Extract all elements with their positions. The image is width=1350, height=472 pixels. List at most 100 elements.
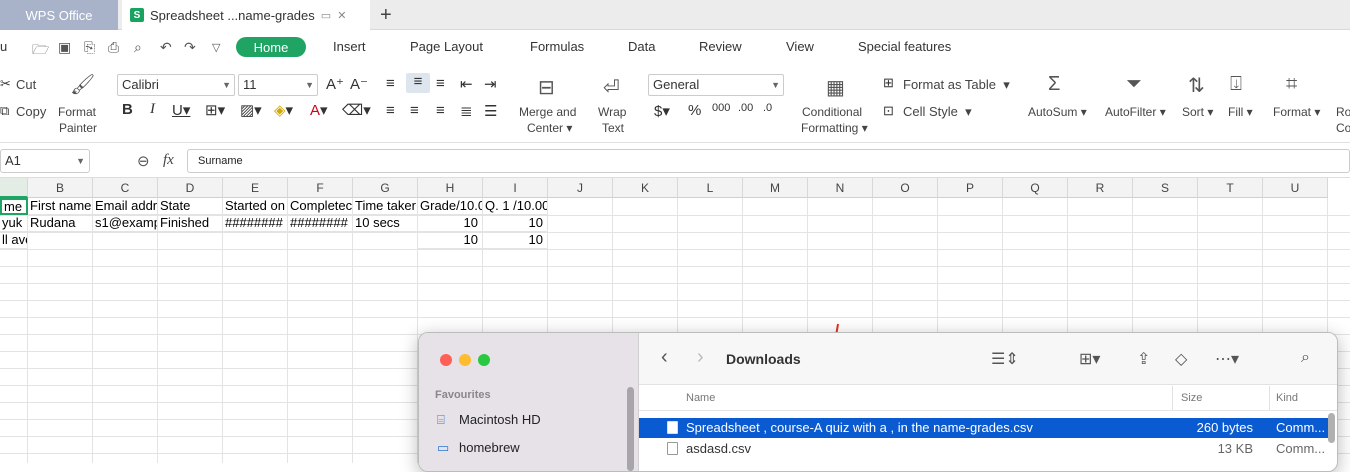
table-cell[interactable]: Email addr xyxy=(93,198,158,215)
more-actions-icon[interactable]: ⋯▾ xyxy=(1215,349,1239,369)
column-header[interactable]: H xyxy=(418,178,483,198)
wrap-label-2[interactable]: Text xyxy=(602,120,624,136)
font-color-icon[interactable]: A▾ xyxy=(310,101,328,119)
align-middle-icon[interactable]: ≡ xyxy=(406,73,430,93)
align-bottom-icon[interactable]: ≡ xyxy=(436,75,445,92)
funnel-icon[interactable]: ⏷ xyxy=(1126,73,1142,96)
tag-icon[interactable]: ◇ xyxy=(1175,349,1187,369)
format-icon[interactable]: ⌗ xyxy=(1286,73,1297,96)
column-header[interactable]: G xyxy=(353,178,418,198)
eraser-icon[interactable]: ⌫▾ xyxy=(342,101,371,119)
list-view-icon[interactable]: ☰⇕ xyxy=(991,349,1019,369)
column-header[interactable]: Q xyxy=(1003,178,1068,198)
table-cell[interactable]: 10 xyxy=(483,232,548,249)
column-header[interactable]: P xyxy=(938,178,1003,198)
table-cell[interactable]: me xyxy=(0,198,28,215)
bold-icon[interactable]: B xyxy=(122,101,133,118)
column-header[interactable]: T xyxy=(1198,178,1263,198)
merge-label-2[interactable]: Center ▾ xyxy=(527,120,572,136)
file-row[interactable]: asdasd.csv 13 KB Comm... xyxy=(639,439,1329,459)
table-cell[interactable]: 10 xyxy=(418,215,483,232)
menu-insert[interactable]: Insert xyxy=(333,39,366,54)
percent-icon[interactable]: % xyxy=(688,102,701,119)
table-cell[interactable]: 10 secs xyxy=(353,215,418,232)
zoom-formula-icon[interactable]: ⊖ xyxy=(137,152,150,170)
justify-icon[interactable]: ≣ xyxy=(460,102,473,120)
menu-data[interactable]: Data xyxy=(628,39,655,54)
cell-style-icon[interactable]: ⊡ xyxy=(883,103,894,119)
table-cell[interactable]: ######## xyxy=(223,215,288,232)
table-cell[interactable]: 10 xyxy=(418,232,483,249)
menu-formulas[interactable]: Formulas xyxy=(530,39,584,54)
table-cell[interactable]: Started on xyxy=(223,198,288,215)
undo-icon[interactable]: ↶ xyxy=(160,39,172,56)
column-header[interactable]: J xyxy=(548,178,613,198)
share-icon[interactable]: ⇪ xyxy=(1137,349,1150,369)
conditional-label-2[interactable]: Formatting ▾ xyxy=(801,120,868,136)
table-cell[interactable]: First name xyxy=(28,198,93,215)
distributed-icon[interactable]: ☰ xyxy=(484,102,497,120)
format-as-table-button[interactable]: Format as Table ▾ xyxy=(903,77,1010,93)
insert-function-icon[interactable]: fx xyxy=(163,152,174,169)
sidebar-item-homebrew[interactable]: homebrew xyxy=(459,440,520,455)
menu-partial[interactable]: u xyxy=(0,39,7,54)
currency-icon[interactable]: $▾ xyxy=(654,102,670,120)
indent-increase-icon[interactable]: ⇥ xyxy=(484,75,497,93)
window-icon[interactable]: ▭ xyxy=(321,9,331,22)
rows-columns-partial-2[interactable]: Co xyxy=(1336,120,1350,136)
column-header[interactable]: I xyxy=(483,178,548,198)
conditional-formatting-icon[interactable]: ▦ xyxy=(826,75,845,100)
column-header[interactable]: C xyxy=(93,178,158,198)
group-icon[interactable]: ⊞▾ xyxy=(1079,349,1100,369)
menu-home[interactable]: Home xyxy=(236,37,306,57)
close-tab-icon[interactable]: ✕ xyxy=(337,9,346,22)
column-header[interactable]: U xyxy=(1263,178,1328,198)
indent-decrease-icon[interactable]: ⇤ xyxy=(460,75,473,93)
format-painter-label-1[interactable]: Format xyxy=(58,104,96,120)
table-cell[interactable]: Rudana xyxy=(28,215,93,232)
borders-icon[interactable]: ⊞▾ xyxy=(205,101,225,119)
column-header[interactable]: B xyxy=(28,178,93,198)
column-header[interactable]: M xyxy=(743,178,808,198)
new-tab-button[interactable]: + xyxy=(380,0,400,30)
customize-icon[interactable]: ▽ xyxy=(212,41,220,54)
table-cell[interactable]: Completec xyxy=(288,198,353,215)
increase-font-icon[interactable]: A⁺ xyxy=(326,75,344,93)
column-size[interactable]: Size xyxy=(1181,392,1202,404)
table-cell[interactable]: State xyxy=(158,198,223,215)
column-header[interactable]: K xyxy=(613,178,678,198)
column-kind[interactable]: Kind xyxy=(1276,392,1298,404)
column-header[interactable]: E xyxy=(223,178,288,198)
file-row[interactable]: Spreadsheet , course-A quiz with a , in … xyxy=(639,418,1329,438)
decrease-decimal-icon[interactable]: .0 xyxy=(763,102,772,114)
cut-button[interactable]: Cut xyxy=(16,77,36,93)
fill-button[interactable]: Fill ▾ xyxy=(1228,104,1253,120)
align-right-icon[interactable]: ≡ xyxy=(436,102,445,119)
print-icon[interactable]: ⎙ xyxy=(108,39,119,56)
menu-review[interactable]: Review xyxy=(699,39,742,54)
column-header[interactable]: N xyxy=(808,178,873,198)
number-format-select[interactable]: General ▼ xyxy=(648,74,784,96)
format-button[interactable]: Format ▾ xyxy=(1273,104,1320,120)
italic-icon[interactable]: I xyxy=(150,101,155,118)
align-left-icon[interactable]: ≡ xyxy=(386,102,395,119)
formula-input[interactable]: Surname xyxy=(187,149,1350,173)
sidebar-scrollbar[interactable] xyxy=(627,387,634,471)
format-painter-label-2[interactable]: Painter xyxy=(59,120,97,136)
file-list-scrollbar[interactable] xyxy=(1328,413,1335,443)
cell-fill-icon[interactable]: ▨▾ xyxy=(240,101,262,119)
column-header[interactable] xyxy=(0,178,28,198)
font-name-select[interactable]: Calibri ▼ xyxy=(117,74,235,96)
open-folder-icon[interactable]: 🗁 xyxy=(32,39,49,63)
scissors-icon[interactable]: ✂ xyxy=(0,76,11,92)
search-icon[interactable]: ⌕ xyxy=(1301,349,1310,367)
back-icon[interactable]: ‹ xyxy=(661,346,668,369)
merge-label-1[interactable]: Merge and xyxy=(519,104,576,120)
save-icon[interactable]: ▣ xyxy=(58,39,71,56)
autofilter-button[interactable]: AutoFilter ▾ xyxy=(1105,104,1166,120)
minimize-window-button[interactable] xyxy=(459,354,471,366)
comma-style-icon[interactable]: 000 xyxy=(712,102,730,114)
menu-special-features[interactable]: Special features xyxy=(858,39,951,54)
forward-icon[interactable]: › xyxy=(697,346,704,369)
table-cell[interactable]: yuk xyxy=(0,215,28,232)
